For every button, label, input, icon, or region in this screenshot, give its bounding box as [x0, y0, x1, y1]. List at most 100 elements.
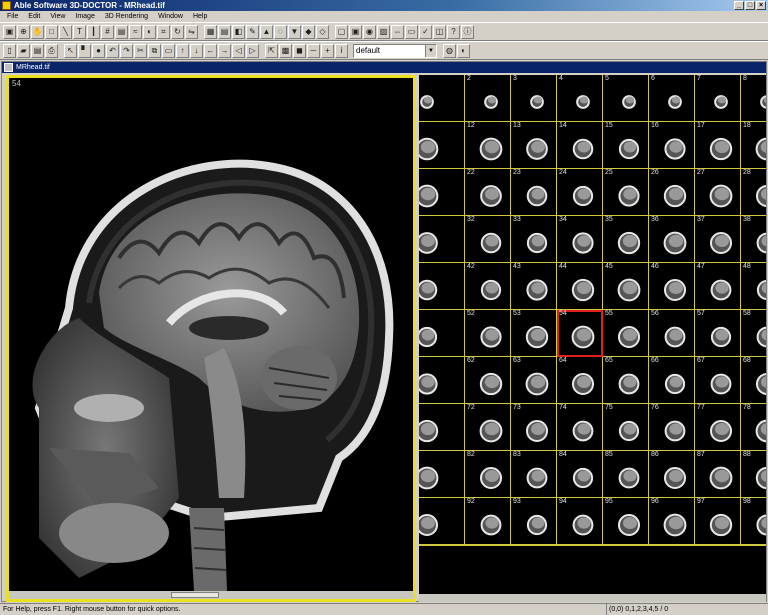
thumbnail-cell[interactable]: 8 [741, 75, 766, 122]
new-icon[interactable]: ▯ [3, 43, 16, 58]
thumbnail-cell[interactable]: 66 [649, 357, 695, 404]
pointer-icon[interactable]: ↖ [64, 43, 77, 58]
segment-icon[interactable]: ◼ [293, 43, 306, 58]
thumbnail-cell[interactable]: 6 [649, 75, 695, 122]
about-icon[interactable]: ⓘ [461, 24, 474, 39]
thumbnail-cell[interactable]: 63 [511, 357, 557, 404]
thumbnail-cell[interactable]: 35 [603, 216, 649, 263]
select-icon[interactable]: ▣ [3, 24, 16, 39]
ruler-icon[interactable]: ┃ [87, 24, 100, 39]
menu-view[interactable]: View [47, 11, 72, 22]
thumbnail-cell[interactable]: 72 [465, 404, 511, 451]
paint-icon[interactable]: ▲ [260, 24, 273, 39]
print-icon[interactable]: ⎙ [45, 43, 58, 58]
cursor-icon[interactable]: ⇱ [265, 43, 278, 58]
image-icon[interactable]: ▩ [279, 43, 292, 58]
thumbnail-cell[interactable]: 33 [511, 216, 557, 263]
main-view-scrollbar[interactable] [9, 591, 413, 599]
zoom-icon[interactable]: ⊕ [17, 24, 30, 39]
thumbnail-cell[interactable]: 17 [695, 122, 741, 169]
down-icon[interactable]: ↓ [190, 43, 203, 58]
histogram-icon[interactable]: ▤ [115, 24, 128, 39]
thumbnail-cell[interactable]: 2 [465, 75, 511, 122]
thumbnail-cell[interactable]: 74 [557, 404, 603, 451]
thumbnail-cell[interactable]: 86 [649, 451, 695, 498]
rect-icon[interactable]: □ [45, 24, 58, 39]
thumbnail-cell[interactable]: 78 [741, 404, 766, 451]
help-icon[interactable]: ? [447, 24, 460, 39]
thumbnail-cell[interactable]: 76 [649, 404, 695, 451]
threshold-icon[interactable]: ◆ [302, 24, 315, 39]
thumbnail-cell[interactable]: 43 [511, 263, 557, 310]
thumbnail-cell[interactable]: 68 [741, 357, 766, 404]
thumbnail-cell[interactable] [419, 451, 465, 498]
thumbnail-cell[interactable]: 25 [603, 169, 649, 216]
close-button[interactable]: × [756, 1, 766, 10]
filter-icon[interactable]: ≈ [129, 24, 142, 39]
thumbnail-cell[interactable]: 65 [603, 357, 649, 404]
menu-window[interactable]: Window [155, 11, 190, 22]
thumbnail-cell[interactable] [419, 357, 465, 404]
thumbnail-cell[interactable] [419, 498, 465, 545]
contrast-icon[interactable]: ◐ [143, 24, 156, 39]
thumbnail-cell[interactable]: 62 [465, 357, 511, 404]
thumbnail-cell[interactable]: 84 [557, 451, 603, 498]
thumbnail-cell[interactable]: 73 [511, 404, 557, 451]
overlay-icon[interactable]: ◫ [433, 24, 446, 39]
thumbnail-cell[interactable] [419, 216, 465, 263]
thumbnail-cell[interactable]: 85 [603, 451, 649, 498]
thumbnail-cell[interactable]: 7 [695, 75, 741, 122]
thumbnail-cell[interactable]: 88 [741, 451, 766, 498]
preset-select[interactable]: default ▼ [353, 43, 437, 58]
render-icon[interactable]: ▣ [349, 24, 362, 39]
up-icon[interactable]: ↑ [176, 43, 189, 58]
thumbnail-cell[interactable]: 87 [695, 451, 741, 498]
thumbnail-cell[interactable] [419, 75, 465, 122]
right-icon[interactable]: → [218, 43, 231, 58]
thumbnail-cell[interactable]: 38 [741, 216, 766, 263]
stack-icon[interactable]: ▤ [218, 24, 231, 39]
copy-icon[interactable]: ⧉ [148, 43, 161, 58]
color-icon[interactable]: ● [92, 43, 105, 58]
thumbnail-cell[interactable]: 55 [603, 310, 649, 357]
calib-icon[interactable]: ✓ [419, 24, 432, 39]
line-tool-icon[interactable]: ─ [307, 43, 320, 58]
thumbnail-cell[interactable]: 26 [649, 169, 695, 216]
thumbnail-cell[interactable]: 48 [741, 263, 766, 310]
menu-3d-rendering[interactable]: 3D Rendering [102, 11, 155, 22]
thumbnail-cell[interactable]: 54 [557, 310, 603, 357]
thumbnail-cell[interactable]: 4 [557, 75, 603, 122]
area-icon[interactable]: ▭ [405, 24, 418, 39]
thumbnail-cell[interactable]: 108 [741, 545, 766, 546]
thumbnail-cell[interactable]: 22 [465, 169, 511, 216]
pen-icon[interactable]: ✎ [246, 24, 259, 39]
menu-edit[interactable]: Edit [25, 11, 47, 22]
paste-icon[interactable]: ▭ [162, 43, 175, 58]
fill-icon[interactable]: ▼ [288, 24, 301, 39]
thumbnail-cell[interactable]: 64 [557, 357, 603, 404]
slice-icon[interactable]: ◧ [232, 24, 245, 39]
thumbnail-cell[interactable]: 3 [511, 75, 557, 122]
thumbnail-cell[interactable]: 67 [695, 357, 741, 404]
thumbnail-cell[interactable]: 104 [557, 545, 603, 546]
thumbnail-cell[interactable]: 106 [649, 545, 695, 546]
thumbnail-cell[interactable]: 92 [465, 498, 511, 545]
thumbnail-cell[interactable]: 96 [649, 498, 695, 545]
thumbnail-cell[interactable]: 23 [511, 169, 557, 216]
surface-icon[interactable]: ◉ [363, 24, 376, 39]
plus-icon[interactable]: + [321, 43, 334, 58]
eraser-icon[interactable]: ◌ [274, 24, 287, 39]
thumbnail-cell[interactable] [419, 404, 465, 451]
undo-icon[interactable]: ↶ [106, 43, 119, 58]
thumbnail-cell[interactable]: 77 [695, 404, 741, 451]
grid-icon[interactable]: # [101, 24, 114, 39]
open-icon[interactable]: ▰ [17, 43, 30, 58]
thumbnail-cell[interactable]: 94 [557, 498, 603, 545]
thumbnail-cell[interactable]: 34 [557, 216, 603, 263]
montage-icon[interactable]: ▦ [204, 24, 217, 39]
montage-scrollbar[interactable] [419, 594, 766, 602]
thumbnail-cell[interactable]: 52 [465, 310, 511, 357]
thumbnail-cell[interactable]: 107 [695, 545, 741, 546]
menu-file[interactable]: File [4, 11, 25, 22]
thumbnail-cell[interactable]: 5 [603, 75, 649, 122]
